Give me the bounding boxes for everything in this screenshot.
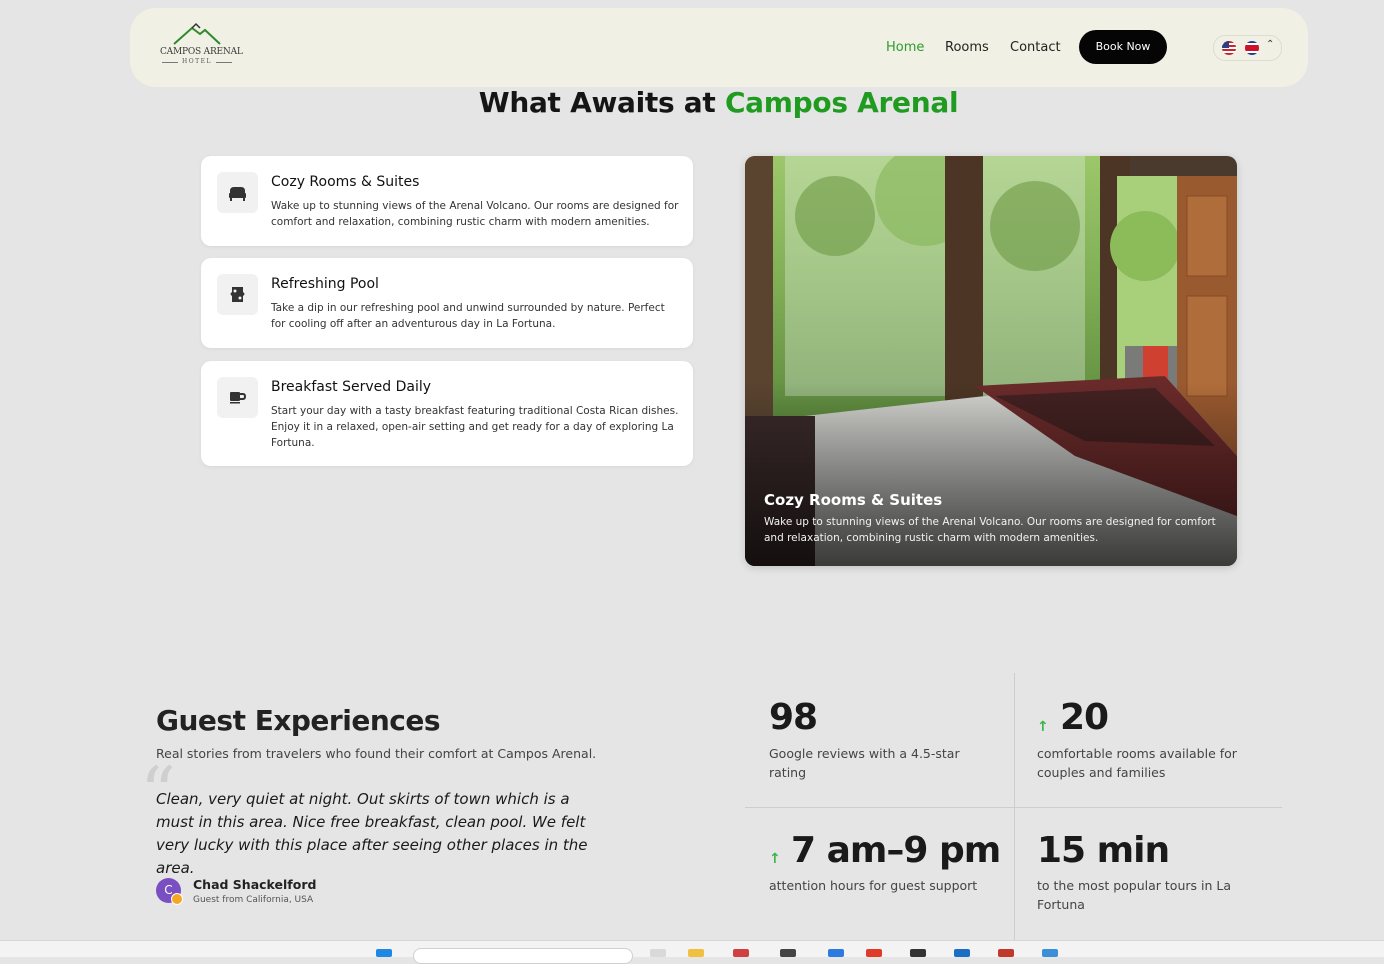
stat-label: to the most popular tours in La Fortuna: [1037, 878, 1231, 912]
guest-section-title: Guest Experiences: [156, 704, 441, 737]
feature-card-pool[interactable]: Refreshing Pool Take a dip in our refres…: [201, 258, 693, 348]
nav-link-contact[interactable]: Contact: [1010, 40, 1061, 55]
language-switcher[interactable]: ⌃: [1213, 35, 1282, 61]
photo-caption-desc: Wake up to stunning views of the Arenal …: [764, 516, 1216, 544]
stat-value: 15 min: [1037, 830, 1170, 871]
testimonial-quote: Clean, very quiet at night. Out skirts o…: [156, 790, 588, 877]
feature-title: Cozy Rooms & Suites: [271, 174, 420, 190]
feature-title: Breakfast Served Daily: [271, 379, 432, 395]
stat-label: comfortable rooms available for couples …: [1037, 746, 1237, 780]
book-now-button[interactable]: Book Now: [1079, 30, 1167, 64]
taskbar-search-input[interactable]: [413, 948, 633, 964]
feature-title: Refreshing Pool: [271, 276, 379, 292]
feature-desc: Start your day with a tasty breakfast fe…: [271, 405, 679, 449]
us-flag-icon[interactable]: [1222, 41, 1236, 55]
arrow-up-icon: ↑: [769, 851, 781, 867]
coffee-icon: [217, 377, 258, 418]
stat-value: 98: [769, 697, 818, 738]
costa-rica-flag-icon[interactable]: [1245, 41, 1259, 55]
nav-link-home[interactable]: Home: [886, 40, 924, 55]
divider: [745, 807, 1282, 808]
feature-card-breakfast[interactable]: Breakfast Served Daily Start your day wi…: [201, 361, 693, 466]
stats-grid: 98 Google reviews with a 4.5-star rating…: [745, 673, 1282, 940]
reviewer-name: Chad Shackelford: [193, 877, 317, 892]
feature-desc: Take a dip in our refreshing pool and un…: [271, 302, 665, 330]
top-navbar: CAMPOS ARENAL HOTEL Home Rooms Contact B…: [130, 8, 1308, 87]
logo-name: CAMPOS ARENAL: [160, 47, 243, 57]
guest-section-subtitle: Real stories from travelers who found th…: [156, 746, 597, 761]
google-badge-icon: [171, 893, 183, 905]
hotel-logo[interactable]: CAMPOS ARENAL HOTEL: [160, 22, 243, 72]
room-photo[interactable]: Cozy Rooms & Suites Wake up to stunning …: [745, 156, 1237, 566]
stat-value: 7 am–9 pm: [791, 830, 1001, 871]
arrow-up-icon: ↑: [1037, 719, 1049, 735]
section-title-accent: Campos Arenal: [724, 86, 959, 119]
logo-sub: HOTEL: [160, 58, 234, 65]
feature-card-rooms[interactable]: Cozy Rooms & Suites Wake up to stunning …: [201, 156, 693, 246]
pool-icon: [217, 274, 258, 315]
stat-label: Google reviews with a 4.5-star rating: [769, 746, 960, 780]
os-taskbar: [0, 940, 1384, 964]
mountain-logo-icon: [173, 22, 221, 45]
stat-label: attention hours for guest support: [769, 878, 978, 893]
chevron-up-icon[interactable]: ⌃: [1266, 39, 1274, 50]
section-title: What Awaits at Campos Arenal: [0, 86, 1384, 119]
bed-icon: [217, 172, 258, 213]
photo-caption-title: Cozy Rooms & Suites: [764, 491, 943, 509]
nav-link-rooms[interactable]: Rooms: [945, 40, 989, 55]
stat-value: 20: [1060, 697, 1109, 738]
feature-desc: Wake up to stunning views of the Arenal …: [271, 200, 679, 228]
reviewer-origin: Guest from California, USA: [193, 895, 314, 905]
section-title-prefix: What Awaits at: [478, 86, 725, 119]
